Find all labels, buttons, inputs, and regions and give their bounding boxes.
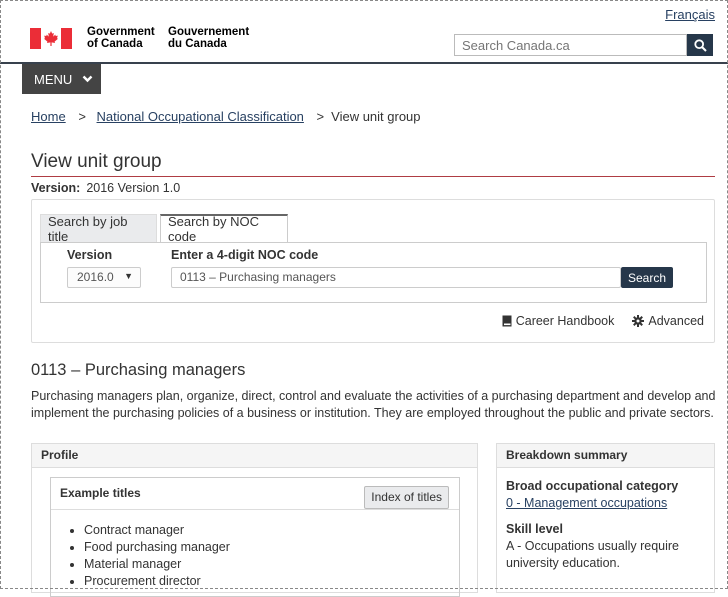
book-icon: [502, 315, 512, 327]
brand-french: Gouvernement du Canada: [168, 26, 250, 50]
list-item: Procurement director: [84, 573, 230, 590]
tab-search-by-job-title[interactable]: Search by job title: [40, 214, 157, 244]
canada-flag-icon: [30, 28, 72, 49]
site-search-button[interactable]: [687, 34, 713, 56]
menu-button[interactable]: MENU: [22, 64, 101, 94]
header-divider: [0, 62, 728, 64]
example-titles-box: Example titles Index of titles Contract …: [50, 477, 460, 597]
career-handbook-link[interactable]: Career Handbook: [502, 314, 614, 328]
skill-level-value: A - Occupations usually require universi…: [506, 539, 680, 570]
list-item: Material manager: [84, 556, 230, 573]
list-item: Food purchasing manager: [84, 539, 230, 556]
tab-search-by-noc-code[interactable]: Search by NOC code: [160, 214, 288, 244]
advanced-search-link[interactable]: Advanced: [632, 314, 704, 328]
version-info: Version: 2016 Version 1.0: [31, 181, 181, 195]
breadcrumb-noc-link[interactable]: National Occupational Classification: [97, 109, 304, 124]
noc-search-form: Version 2016.0 ▼ Enter a 4-digit NOC cod…: [40, 242, 707, 303]
example-titles-list: Contract manager Food purchasing manager…: [66, 522, 230, 590]
site-search-input[interactable]: [454, 34, 687, 56]
chevron-down-icon: [82, 75, 93, 83]
index-of-titles-button[interactable]: Index of titles: [364, 486, 449, 509]
dropdown-caret-icon: ▼: [124, 271, 133, 281]
noc-search-panel: Search by job title Search by NOC code V…: [31, 199, 715, 343]
title-underline: [31, 176, 715, 177]
noc-search-button[interactable]: Search: [621, 267, 673, 288]
list-item: Contract manager: [84, 522, 230, 539]
unit-group-description: Purchasing managers plan, organize, dire…: [31, 389, 716, 420]
breakdown-summary-panel: Breakdown summary Broad occupational cat…: [496, 443, 715, 593]
version-label: Version: [67, 248, 113, 262]
example-titles-heading: Example titles: [60, 486, 141, 500]
language-toggle-link[interactable]: Français: [665, 7, 715, 22]
breadcrumb: Home > National Occupational Classificat…: [31, 109, 421, 124]
breadcrumb-home-link[interactable]: Home: [31, 109, 66, 124]
breakdown-heading: Breakdown summary: [497, 444, 714, 468]
search-icon: [693, 38, 707, 52]
gear-icon: [632, 315, 645, 327]
noc-code-input[interactable]: 0113 – Purchasing managers: [171, 267, 621, 288]
unit-group-heading: 0113 – Purchasing managers: [31, 361, 246, 379]
profile-panel: Profile Example titles Index of titles C…: [31, 443, 478, 597]
breadcrumb-current: View unit group: [331, 109, 421, 124]
version-select[interactable]: 2016.0 ▼: [67, 267, 141, 288]
brand-english: Government of Canada: [87, 26, 155, 50]
page-title: View unit group: [31, 151, 162, 172]
noc-code-label: Enter a 4-digit NOC code: [171, 248, 319, 262]
broad-category-link[interactable]: 0 - Management occupations: [506, 496, 667, 510]
site-search: [454, 34, 713, 56]
skill-level-label: Skill level: [506, 522, 563, 536]
government-brand[interactable]: Government of Canada Gouvernement du Can…: [30, 26, 258, 50]
profile-heading: Profile: [32, 444, 477, 468]
broad-category-label: Broad occupational category: [506, 479, 679, 493]
